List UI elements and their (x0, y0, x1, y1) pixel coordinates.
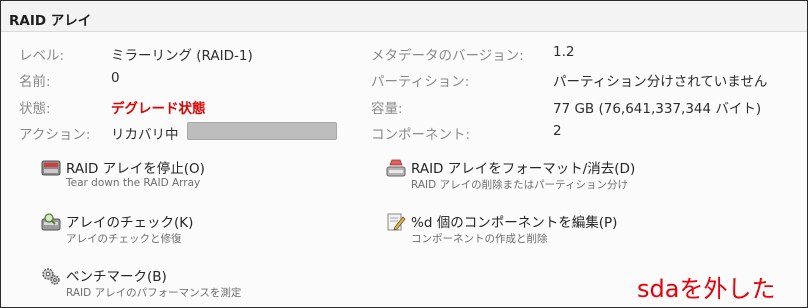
name-value: 0 (111, 70, 120, 86)
check-drive-icon (41, 212, 61, 232)
benchmark-desc: RAID アレイのパフォーマンスを測定 (66, 287, 242, 299)
edit-components-button[interactable]: %d 個のコンポーネントを編集(P) コンポーネントの作成と削除 (386, 211, 686, 247)
check-array-button[interactable]: アレイのチェック(K) アレイのチェックと修復 (41, 211, 341, 247)
format-raid-title: RAID アレイをフォーマット/消去(D) (411, 161, 636, 177)
components-value: 2 (553, 123, 562, 139)
partitioning-value: パーティション分けされていません (553, 74, 768, 90)
gears-icon (41, 266, 61, 286)
stop-raid-button[interactable]: RAID アレイを停止(O) Tear down the RAID Array (41, 157, 341, 193)
partitioning-label: パーティション: (371, 74, 470, 90)
state-label: 状態: (19, 101, 51, 117)
check-array-title: アレイのチェック(K) (66, 215, 194, 231)
name-label: 名前: (19, 74, 51, 90)
action-value: リカバリ中 (111, 127, 179, 143)
metadata-version-value: 1.2 (553, 44, 575, 60)
stop-raid-title: RAID アレイを停止(O) (66, 161, 205, 177)
action-label: アクション: (19, 127, 91, 143)
state-value: デグレード状態 (111, 101, 206, 117)
panel-header: RAID アレイ (1, 1, 807, 32)
format-raid-desc: RAID アレイの削除またはパーティション分け (411, 179, 628, 191)
format-raid-button[interactable]: RAID アレイをフォーマット/消去(D) RAID アレイの削除またはパーティ… (386, 157, 686, 193)
level-value: ミラーリング (RAID-1) (111, 48, 253, 64)
capacity-label: 容量: (371, 101, 403, 117)
raid-array-panel: RAID アレイ レベル: ミラーリング (RAID-1) 名前: 0 状態: … (0, 0, 808, 308)
panel-title: RAID アレイ (9, 13, 92, 29)
benchmark-button[interactable]: ベンチマーク(B) RAID アレイのパフォーマンスを測定 (41, 265, 341, 301)
check-array-desc: アレイのチェックと修復 (66, 233, 182, 245)
benchmark-title: ベンチマーク(B) (66, 269, 167, 285)
recovery-progress-bar (187, 122, 337, 140)
metadata-version-label: メタデータのバージョン: (371, 48, 524, 64)
erase-drive-icon (386, 158, 406, 178)
edit-components-title: %d 個のコンポーネントを編集(P) (411, 215, 618, 231)
edit-pencil-icon (386, 212, 406, 232)
annotation-text: sdaを外した (637, 275, 776, 303)
stop-drive-icon (41, 158, 61, 178)
level-label: レベル: (19, 48, 65, 64)
capacity-value: 77 GB (76,641,337,344 バイト) (553, 101, 762, 117)
components-label: コンポーネント: (371, 127, 471, 143)
stop-raid-desc: Tear down the RAID Array (66, 177, 201, 189)
edit-components-desc: コンポーネントの作成と削除 (411, 233, 548, 245)
